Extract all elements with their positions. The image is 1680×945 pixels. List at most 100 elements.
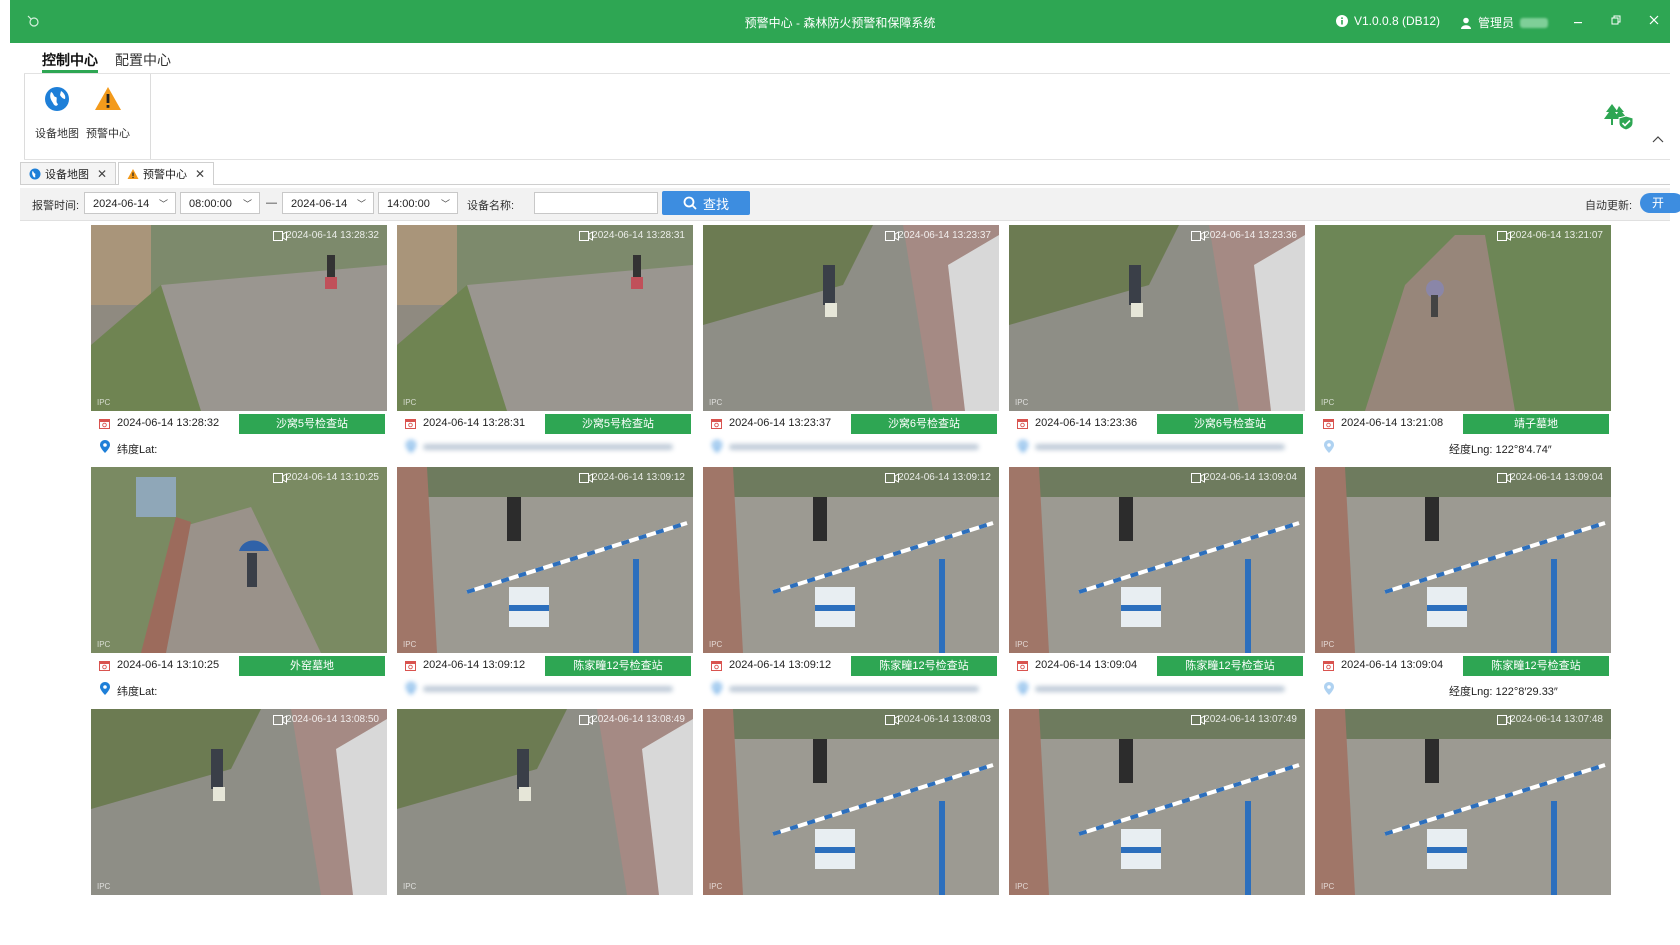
overlay-ipc-label: IPC bbox=[403, 640, 417, 649]
device-map-button[interactable]: 设备地图 bbox=[31, 84, 83, 141]
warning-icon bbox=[127, 169, 139, 179]
start-time-select[interactable]: 08:00:00 ﹀ bbox=[180, 192, 260, 214]
card-info-row: 2024-06-14 13:28:31 沙窝5号检查站 bbox=[397, 413, 693, 435]
camera-icon bbox=[579, 231, 593, 241]
alert-card[interactable]: 2024-06-14 13:21:07 IPC 2024-06-14 13:21… bbox=[1315, 225, 1611, 461]
camera-snapshot[interactable]: 2024-06-14 13:09:04 IPC bbox=[1009, 467, 1305, 653]
collapse-ribbon-button[interactable] bbox=[1652, 132, 1666, 144]
overlay-timestamp: 2024-06-14 13:28:31 bbox=[592, 230, 685, 241]
location-pin-icon bbox=[406, 440, 416, 453]
alert-card[interactable]: 2024-06-14 13:08:49 IPC bbox=[397, 709, 693, 945]
globe-icon bbox=[29, 168, 41, 179]
camera-snapshot[interactable]: 2024-06-14 13:08:49 IPC bbox=[397, 709, 693, 895]
camera-snapshot[interactable]: 2024-06-14 13:09:12 IPC bbox=[397, 467, 693, 653]
doc-tab-alert-center[interactable]: 预警中心 ✕ bbox=[118, 162, 214, 185]
overlay-ipc-label: IPC bbox=[1321, 398, 1335, 407]
doc-tab-device-map[interactable]: 设备地图 ✕ bbox=[20, 162, 116, 184]
camera-snapshot[interactable]: 2024-06-14 13:28:31 IPC bbox=[397, 225, 693, 411]
station-badge: 沙窝5号检查站 bbox=[239, 414, 385, 434]
device-map-label: 设备地图 bbox=[35, 128, 79, 140]
camera-snapshot[interactable]: 2024-06-14 13:23:36 IPC bbox=[1009, 225, 1305, 411]
chevron-down-icon: ﹀ bbox=[356, 199, 366, 209]
auto-update-toggle[interactable]: 开 bbox=[1640, 193, 1680, 213]
card-info-row: 2024-06-14 13:21:08 靖子墓地 bbox=[1315, 413, 1611, 435]
alert-card[interactable]: 2024-06-14 13:28:31 IPC 2024-06-14 13:28… bbox=[397, 225, 693, 461]
app-window: 预警中心 - 森林防火预警和保障系统 V1.0.0.8 (DB12) 管理员 控… bbox=[10, 0, 1680, 945]
search-button[interactable]: 查找 bbox=[662, 191, 750, 215]
camera-snapshot[interactable]: 2024-06-14 13:28:32 IPC bbox=[91, 225, 387, 411]
alert-card[interactable]: 2024-06-14 13:23:37 IPC 2024-06-14 13:23… bbox=[703, 225, 999, 461]
overlay-timestamp: 2024-06-14 13:23:37 bbox=[898, 230, 991, 241]
camera-icon bbox=[579, 715, 593, 725]
card-coord-row bbox=[397, 678, 693, 700]
card-info-row: 2024-06-14 13:23:36 沙窝6号检查站 bbox=[1009, 413, 1305, 435]
start-date-select[interactable]: 2024-06-14 ﹀ bbox=[84, 192, 176, 214]
station-badge: 靖子墓地 bbox=[1463, 414, 1609, 434]
alert-card[interactable]: 2024-06-14 13:28:32 IPC 2024-06-14 13:28… bbox=[91, 225, 387, 461]
snapshot-image bbox=[397, 225, 693, 411]
alert-card[interactable]: 2024-06-14 13:08:50 IPC bbox=[91, 709, 387, 945]
alert-center-button[interactable]: 预警中心 bbox=[82, 84, 134, 141]
close-tab-icon[interactable]: ✕ bbox=[97, 167, 107, 181]
camera-icon bbox=[273, 473, 287, 483]
camera-snapshot[interactable]: 2024-06-14 13:21:07 IPC bbox=[1315, 225, 1611, 411]
location-pin-icon bbox=[1324, 440, 1334, 453]
camera-snapshot[interactable]: 2024-06-14 13:07:48 IPC bbox=[1315, 709, 1611, 895]
alert-card[interactable]: 2024-06-14 13:10:25 IPC 2024-06-14 13:10… bbox=[91, 467, 387, 703]
location-pin-icon bbox=[712, 682, 722, 695]
overlay-timestamp: 2024-06-14 13:07:49 bbox=[1204, 714, 1297, 725]
alert-card[interactable]: 2024-06-14 13:09:12 IPC 2024-06-14 13:09… bbox=[703, 467, 999, 703]
camera-icon bbox=[273, 231, 287, 241]
camera-snapshot[interactable]: 2024-06-14 13:10:25 IPC bbox=[91, 467, 387, 653]
snapshot-image bbox=[1315, 709, 1611, 895]
user-menu[interactable]: 管理员 bbox=[1460, 14, 1548, 31]
camera-snapshot[interactable]: 2024-06-14 13:08:50 IPC bbox=[91, 709, 387, 895]
overlay-ipc-label: IPC bbox=[1321, 882, 1335, 891]
overlay-timestamp: 2024-06-14 13:21:07 bbox=[1510, 230, 1603, 241]
alert-time: 2024-06-14 13:09:12 bbox=[423, 659, 526, 671]
auto-update-label: 自动更新: bbox=[1585, 200, 1633, 212]
alert-card[interactable]: 2024-06-14 13:07:48 IPC bbox=[1315, 709, 1611, 945]
device-name-input[interactable] bbox=[534, 192, 658, 214]
alert-time: 2024-06-14 13:09:12 bbox=[729, 659, 832, 671]
overlay-timestamp: 2024-06-14 13:08:03 bbox=[898, 714, 991, 725]
menu-tab-config-center[interactable]: 配置中心 bbox=[115, 50, 171, 70]
station-badge: 外窑墓地 bbox=[239, 656, 385, 676]
card-coord-row: 经度Lng: 122°8′4.74″ bbox=[1315, 436, 1611, 458]
alert-card[interactable]: 2024-06-14 13:08:03 IPC bbox=[703, 709, 999, 945]
snapshot-image bbox=[91, 467, 387, 653]
end-date-select[interactable]: 2024-06-14 ﹀ bbox=[282, 192, 374, 214]
overlay-timestamp: 2024-06-14 13:07:48 bbox=[1510, 714, 1603, 725]
menu-tab-control-center[interactable]: 控制中心 bbox=[42, 50, 98, 70]
camera-snapshot[interactable]: 2024-06-14 13:09:04 IPC bbox=[1315, 467, 1611, 653]
coordinates-redacted bbox=[1035, 444, 1285, 450]
alert-card[interactable]: 2024-06-14 13:23:36 IPC 2024-06-14 13:23… bbox=[1009, 225, 1305, 461]
alert-card[interactable]: 2024-06-14 13:07:49 IPC bbox=[1009, 709, 1305, 945]
camera-snapshot[interactable]: 2024-06-14 13:08:03 IPC bbox=[703, 709, 999, 895]
camera-snapshot[interactable]: 2024-06-14 13:07:49 IPC bbox=[1009, 709, 1305, 895]
snapshot-image bbox=[1009, 709, 1305, 895]
calendar-icon bbox=[1323, 419, 1334, 429]
version-info: V1.0.0.8 (DB12) bbox=[1335, 14, 1440, 28]
card-coord-row bbox=[397, 436, 693, 458]
overlay-timestamp: 2024-06-14 13:09:12 bbox=[898, 472, 991, 483]
location-pin-icon bbox=[1018, 682, 1028, 695]
snapshot-image bbox=[91, 225, 387, 411]
close-window-button[interactable] bbox=[1644, 12, 1664, 30]
maximize-button[interactable] bbox=[1606, 12, 1626, 30]
title-bar: 预警中心 - 森林防火预警和保障系统 V1.0.0.8 (DB12) 管理员 bbox=[10, 0, 1670, 43]
alert-card[interactable]: 2024-06-14 13:09:04 IPC 2024-06-14 13:09… bbox=[1009, 467, 1305, 703]
close-tab-icon[interactable]: ✕ bbox=[195, 167, 205, 181]
camera-icon bbox=[273, 715, 287, 725]
alert-card[interactable]: 2024-06-14 13:09:12 IPC 2024-06-14 13:09… bbox=[397, 467, 693, 703]
card-coord-row: 经度Lng: 122°8′29.33″ bbox=[1315, 678, 1611, 700]
minimize-button[interactable] bbox=[1568, 12, 1588, 30]
card-info-row: 2024-06-14 13:28:32 沙窝5号检查站 bbox=[91, 413, 387, 435]
camera-snapshot[interactable]: 2024-06-14 13:23:37 IPC bbox=[703, 225, 999, 411]
longitude-label: 经度Lng: 122°8′29.33″ bbox=[1449, 686, 1558, 698]
camera-snapshot[interactable]: 2024-06-14 13:09:12 IPC bbox=[703, 467, 999, 653]
snapshot-image bbox=[1315, 225, 1611, 411]
alert-time: 2024-06-14 13:09:04 bbox=[1035, 659, 1138, 671]
end-time-select[interactable]: 14:00:00 ﹀ bbox=[378, 192, 458, 214]
alert-card[interactable]: 2024-06-14 13:09:04 IPC 2024-06-14 13:09… bbox=[1315, 467, 1611, 703]
